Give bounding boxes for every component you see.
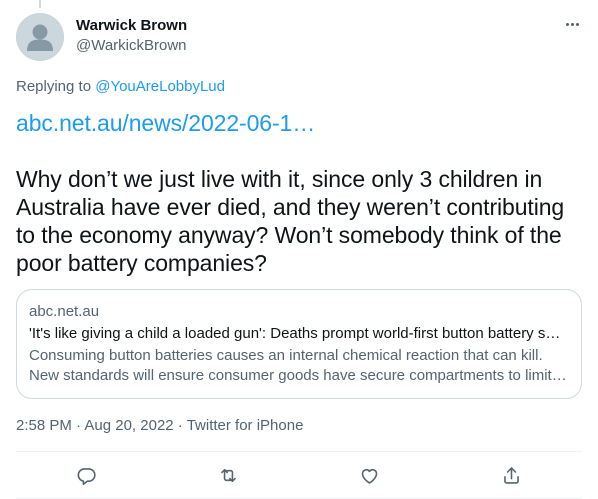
more-dot <box>575 22 579 26</box>
card-domain: abc.net.au <box>29 303 100 320</box>
author-name[interactable]: Warwick Brown <box>76 16 187 36</box>
heart-icon <box>361 468 378 484</box>
tweet-source[interactable]: Twitter for iPhone <box>187 417 304 434</box>
link-preview-card[interactable]: abc.net.au 'It's like giving a child a l… <box>16 289 582 399</box>
more-horizontal-icon <box>565 22 569 26</box>
reply-icon <box>77 467 96 485</box>
more-dot <box>570 22 574 26</box>
retweet-button[interactable] <box>210 457 246 493</box>
thread-connector-line <box>39 0 41 8</box>
tweet-link[interactable]: abc.net.au/news/2022-06-1… <box>16 109 582 137</box>
author-handle[interactable]: @WarkickBrown <box>76 36 187 56</box>
tweet-text: Why don’t we just live with it, since on… <box>16 166 565 276</box>
replying-to-handle-link[interactable]: @YouAreLobbyLud <box>95 78 225 95</box>
meta-separator: · <box>173 417 187 434</box>
tweet-time[interactable]: 2:58 PM <box>16 417 72 434</box>
like-button[interactable] <box>352 457 388 493</box>
more-options-button[interactable] <box>562 14 582 34</box>
card-description-line-1: Consuming button batteries causes an int… <box>29 347 543 364</box>
retweet-icon <box>220 468 236 482</box>
tweet-date[interactable]: Aug 20, 2022 <box>84 417 173 434</box>
share-icon <box>503 466 519 484</box>
reply-button[interactable] <box>69 457 105 493</box>
card-description-line-2: New standards will ensure consumer goods… <box>29 367 569 384</box>
share-button[interactable] <box>493 457 529 493</box>
avatar[interactable] <box>16 13 64 61</box>
action-bar <box>16 452 582 498</box>
replying-to: Replying to @YouAreLobbyLud <box>16 77 225 97</box>
meta-separator: · <box>71 417 85 434</box>
card-title: 'It's like giving a child a loaded gun':… <box>29 325 561 342</box>
replying-to-label: Replying to <box>16 78 96 95</box>
tweet-metadata: 2:58 PM · Aug 20, 2022 · Twitter for iPh… <box>16 416 303 436</box>
tweet-body: abc.net.au/news/2022-06-1… Why don’t we … <box>16 109 582 277</box>
default-avatar-icon <box>16 13 64 61</box>
